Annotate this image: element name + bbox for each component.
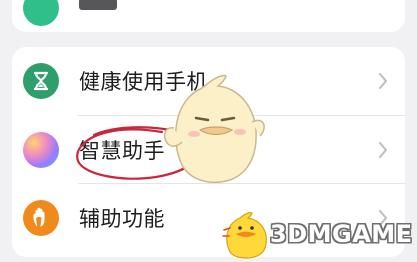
settings-item-label: 智慧助手 [79,139,165,163]
top-settings-card [12,0,405,32]
chevron-right-icon [379,73,387,89]
hourglass-icon [23,63,59,99]
settings-item-label: 辅助功能 [79,207,165,231]
chevron-right-icon [379,142,387,158]
top-item-icon [23,0,59,26]
watermark-text: 3DMGAME [270,220,413,248]
watermark-chick-icon [222,212,267,259]
watermark: 3DMGAME [220,208,414,260]
smart-assistant-gradient-icon [23,132,59,168]
chick-mascot-icon [163,74,265,184]
hand-icon [23,200,59,236]
top-item-label-cropped [79,0,117,10]
